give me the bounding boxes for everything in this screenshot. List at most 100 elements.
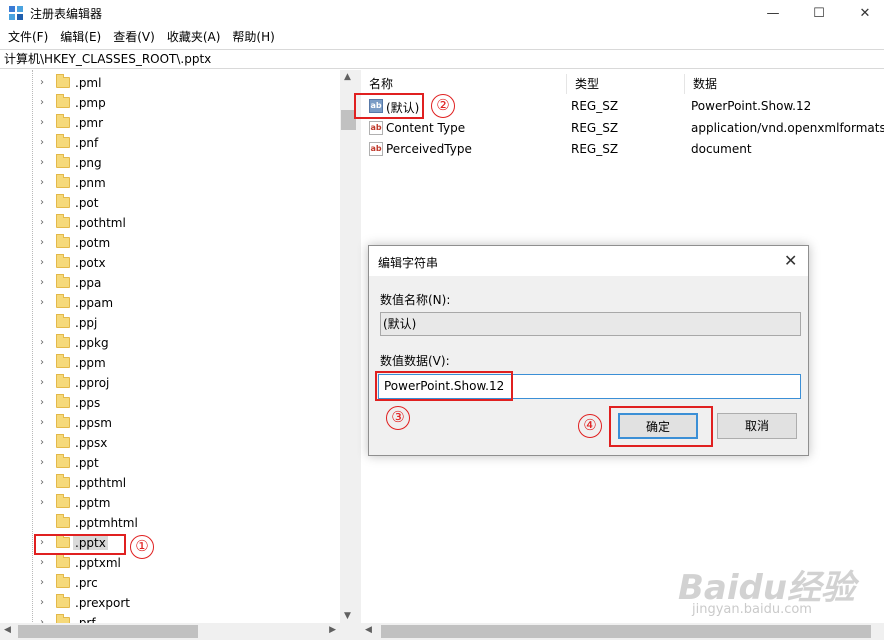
scroll-corner <box>340 623 357 640</box>
tree-item[interactable]: › .prc <box>0 573 340 593</box>
window-title: 注册表编辑器 <box>30 7 103 21</box>
tree-item[interactable]: .ppj <box>0 313 340 333</box>
chevron-right-icon[interactable]: › <box>40 377 44 388</box>
scroll-left-icon[interactable]: ◀ <box>4 625 11 635</box>
tree-item-label: .pmr <box>75 116 104 130</box>
tree-item[interactable]: › .ppa <box>0 273 340 293</box>
chevron-right-icon[interactable]: › <box>40 297 44 308</box>
tree-item-label: .png <box>75 156 102 170</box>
folder-icon <box>56 94 70 108</box>
tree-item[interactable]: › .ppm <box>0 353 340 373</box>
scroll-right-icon[interactable]: ▶ <box>329 625 336 635</box>
tree-item-label: .ppkg <box>75 336 109 350</box>
chevron-right-icon[interactable]: › <box>40 117 44 128</box>
folder-icon <box>56 514 70 528</box>
chevron-right-icon[interactable]: › <box>40 77 44 88</box>
tree-item[interactable]: › .ppkg <box>0 333 340 353</box>
address-bar[interactable]: 计算机\HKEY_CLASSES_ROOT\.pptx <box>0 49 884 69</box>
folder-icon <box>56 434 70 448</box>
tree-item-label: .prexport <box>75 596 130 610</box>
chevron-right-icon[interactable]: › <box>40 277 44 288</box>
tree-item[interactable]: › .ppam <box>0 293 340 313</box>
tree-item[interactable]: › .pml <box>0 73 340 93</box>
column-header-type[interactable]: 类型 <box>567 74 685 94</box>
tree-item[interactable]: .pptmhtml <box>0 513 340 533</box>
chevron-right-icon[interactable]: › <box>40 217 44 228</box>
watermark-url: jingyan.baidu.com <box>692 602 812 617</box>
tree-item-label: .ppsx <box>75 436 108 450</box>
tree-item[interactable]: › .ppsm <box>0 413 340 433</box>
chevron-right-icon[interactable]: › <box>40 177 44 188</box>
chevron-right-icon[interactable]: › <box>40 557 44 568</box>
tree-item[interactable]: › .prexport <box>0 593 340 613</box>
column-header-name[interactable]: 名称 <box>361 74 567 94</box>
chevron-right-icon[interactable]: › <box>40 417 44 428</box>
tree-item[interactable]: › .pot <box>0 193 340 213</box>
tree-item[interactable]: › .pothtml <box>0 213 340 233</box>
chevron-right-icon[interactable]: › <box>40 397 44 408</box>
tree-item-label: .pnm <box>75 176 106 190</box>
column-header-data[interactable]: 数据 <box>685 74 884 94</box>
chevron-right-icon[interactable]: › <box>40 357 44 368</box>
chevron-right-icon[interactable]: › <box>40 157 44 168</box>
scroll-down-icon[interactable]: ▼ <box>344 611 351 621</box>
chevron-right-icon[interactable]: › <box>40 497 44 508</box>
tree-item[interactable]: › .pnm <box>0 173 340 193</box>
folder-icon <box>56 194 70 208</box>
annotation-box-ok <box>609 406 713 447</box>
folder-icon <box>56 114 70 128</box>
tree-item[interactable]: › .ppsx <box>0 433 340 453</box>
menu-edit[interactable]: 编辑(E) <box>54 26 107 48</box>
chevron-right-icon[interactable]: › <box>40 437 44 448</box>
folder-icon <box>56 314 70 328</box>
tree-item-label: .ppt <box>75 456 99 470</box>
chevron-right-icon[interactable]: › <box>40 237 44 248</box>
tree-item[interactable]: › .pptm <box>0 493 340 513</box>
tree-item[interactable]: › .pmr <box>0 113 340 133</box>
tree-item-label: .pptxml <box>75 556 121 570</box>
tree-item[interactable]: › .pps <box>0 393 340 413</box>
menu-view[interactable]: 查看(V) <box>107 26 161 48</box>
tree-item[interactable]: › .pnf <box>0 133 340 153</box>
chevron-right-icon[interactable]: › <box>40 337 44 348</box>
value-row[interactable]: ab PerceivedType REG_SZ document <box>361 139 884 159</box>
chevron-right-icon[interactable]: › <box>40 197 44 208</box>
tree-item[interactable]: › .pproj <box>0 373 340 393</box>
scroll-thumb[interactable] <box>381 625 871 638</box>
chevron-right-icon[interactable]: › <box>40 457 44 468</box>
chevron-right-icon[interactable]: › <box>40 137 44 148</box>
tree-item[interactable]: › .ppthtml <box>0 473 340 493</box>
scroll-up-icon[interactable]: ▲ <box>344 72 351 82</box>
scroll-left-icon[interactable]: ◀ <box>365 625 372 635</box>
values-horizontal-scrollbar[interactable]: ◀ <box>361 623 884 640</box>
tree-item[interactable]: › .ppt <box>0 453 340 473</box>
cancel-button[interactable]: 取消 <box>717 413 797 439</box>
scroll-thumb[interactable] <box>18 625 198 638</box>
maximize-button[interactable]: ☐ <box>796 0 842 26</box>
tree-item[interactable]: › .png <box>0 153 340 173</box>
close-button[interactable]: ✕ <box>842 0 884 26</box>
chevron-right-icon[interactable]: › <box>40 577 44 588</box>
tree-item-label: .pothtml <box>75 216 126 230</box>
chevron-right-icon[interactable]: › <box>40 97 44 108</box>
tree-item[interactable]: › .potx <box>0 253 340 273</box>
folder-icon <box>56 494 70 508</box>
chevron-right-icon[interactable]: › <box>40 477 44 488</box>
folder-icon <box>56 254 70 268</box>
menu-file[interactable]: 文件(F) <box>2 26 54 48</box>
chevron-right-icon[interactable]: › <box>40 257 44 268</box>
minimize-button[interactable]: — <box>750 0 796 26</box>
tree-item[interactable]: › .pptxml <box>0 553 340 573</box>
tree-vertical-scrollbar[interactable]: ▲ ▼ <box>340 70 357 623</box>
tree-item[interactable]: › .pmp <box>0 93 340 113</box>
value-data: application/vnd.openxmlformats- <box>691 121 884 135</box>
folder-icon <box>56 234 70 248</box>
menu-help[interactable]: 帮助(H) <box>226 26 280 48</box>
tree-item-label: .ppam <box>75 296 114 310</box>
dialog-close-icon[interactable]: ✕ <box>784 251 797 270</box>
value-row[interactable]: ab Content Type REG_SZ application/vnd.o… <box>361 118 884 138</box>
tree-item[interactable]: › .potm <box>0 233 340 253</box>
tree-horizontal-scrollbar[interactable]: ◀ ▶ <box>0 623 340 640</box>
chevron-right-icon[interactable]: › <box>40 597 44 608</box>
menu-favorites[interactable]: 收藏夹(A) <box>161 26 227 48</box>
